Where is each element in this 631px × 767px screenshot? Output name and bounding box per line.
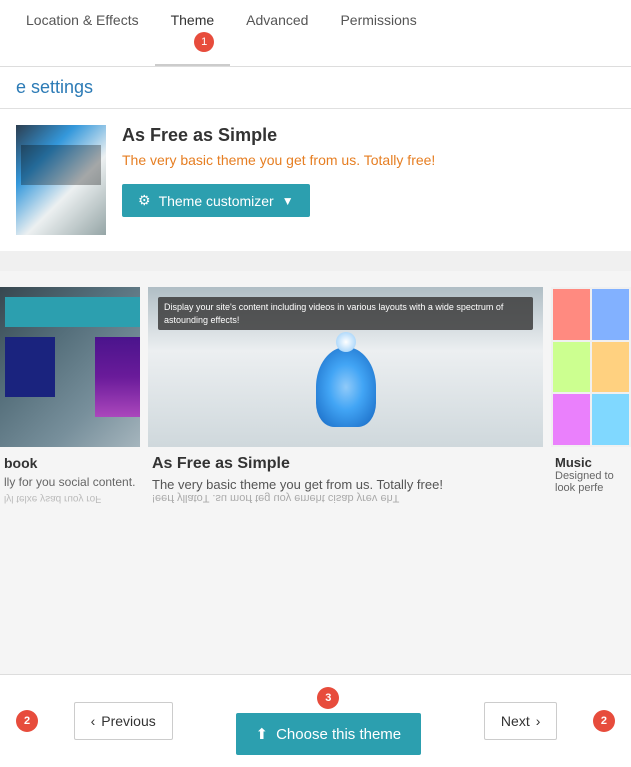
tab-permissions-label: Permissions [340,12,416,28]
theme-card-right-grid [551,287,631,447]
grid-cell-3 [553,342,590,393]
grid-cell-1 [553,289,590,340]
theme-card-center[interactable]: Display your site's content including vi… [140,287,551,512]
choose-theme-button[interactable]: Choose this theme [236,713,422,755]
current-theme-info: As Free as Simple The very basic theme y… [122,125,615,217]
grid-cell-6 [592,394,629,445]
current-theme-section: As Free as Simple The very basic theme y… [0,109,631,259]
tab-advanced[interactable]: Advanced [230,0,324,66]
badge-left: 2 [16,710,38,732]
theme-card-center-desc: The very basic theme you get from us. To… [152,477,539,492]
tab-theme[interactable]: Theme 1 [155,0,231,66]
badge-center: 3 [317,687,339,709]
current-theme-thumbnail [16,125,106,235]
previous-button[interactable]: ‹ Previous [74,702,173,740]
section-divider [0,259,631,271]
theme-card-center-overlay: Display your site's content including vi… [158,297,533,330]
theme-card-center-title: As Free as Simple [152,455,539,473]
chevron-down-icon: ▼ [282,194,294,208]
theme-center-figure [306,347,386,447]
theme-card-left-desc: lly for you social content. [4,475,136,489]
grid-cell-4 [592,342,629,393]
upload-icon [256,725,269,743]
chevron-left-icon: ‹ [91,713,96,729]
theme-card-left-text: book lly for you social content. lyl tel… [0,447,140,512]
grid-cell-5 [553,394,590,445]
tab-location-effects[interactable]: Location & Effects [10,0,155,66]
theme-card-left-image [0,287,140,447]
theme-card-left-image-inner [95,337,140,417]
next-label: Next [501,713,530,729]
badge-right: 2 [593,710,615,732]
tab-theme-label: Theme [171,12,215,28]
theme-card-center-image: Display your site's content including vi… [148,287,543,447]
page-settings-header: e settings [0,67,631,109]
theme-card-right-text: Music Designed to look perfe [551,447,631,502]
page-settings-label: e settings [16,77,93,97]
theme-gallery: book lly for you social content. lyl tel… [0,271,631,528]
tab-location-effects-label: Location & Effects [26,12,139,28]
theme-card-right-image [551,287,631,447]
action-bar: 2 ‹ Previous 3 Choose this theme Next › … [0,674,631,767]
theme-customizer-label: Theme customizer [159,193,274,209]
theme-card-right-title: Music [555,455,627,470]
current-theme-description: The very basic theme you get from us. To… [122,152,615,168]
gear-icon: ⚙ [138,192,151,209]
tab-permissions[interactable]: Permissions [324,0,432,66]
choose-label: Choose this theme [276,726,401,743]
previous-label: Previous [101,713,155,729]
current-theme-name: As Free as Simple [122,125,615,146]
theme-card-center-desc-flipped: !eerf yllatoT .su morf teg uoy emeht cis… [152,492,539,504]
theme-card-right[interactable]: Music Designed to look perfe [551,287,631,502]
next-button[interactable]: Next › [484,702,557,740]
theme-card-left-desc2: lyl telxe ysad ruoy roF [4,493,136,504]
theme-card-left[interactable]: book lly for you social content. lyl tel… [0,287,140,512]
theme-card-center-text: As Free as Simple The very basic theme y… [148,447,543,512]
theme-card-right-desc: Designed to look perfe [555,470,627,494]
nav-tabs: Location & Effects Theme 1 Advanced Perm… [0,0,631,67]
main-content: e settings As Free as Simple The very ba… [0,67,631,767]
theme-customizer-button[interactable]: ⚙ Theme customizer ▼ [122,184,310,217]
theme-gallery-inner: book lly for you social content. lyl tel… [0,287,631,512]
theme-card-left-title: book [4,455,136,471]
current-theme-image [16,125,106,235]
figure-body [316,347,376,427]
grid-cell-2 [592,289,629,340]
theme-card-center-bg: Display your site's content including vi… [148,287,543,447]
tab-theme-badge: 1 [194,32,214,52]
chevron-right-icon: › [536,713,541,729]
tab-advanced-label: Advanced [246,12,308,28]
